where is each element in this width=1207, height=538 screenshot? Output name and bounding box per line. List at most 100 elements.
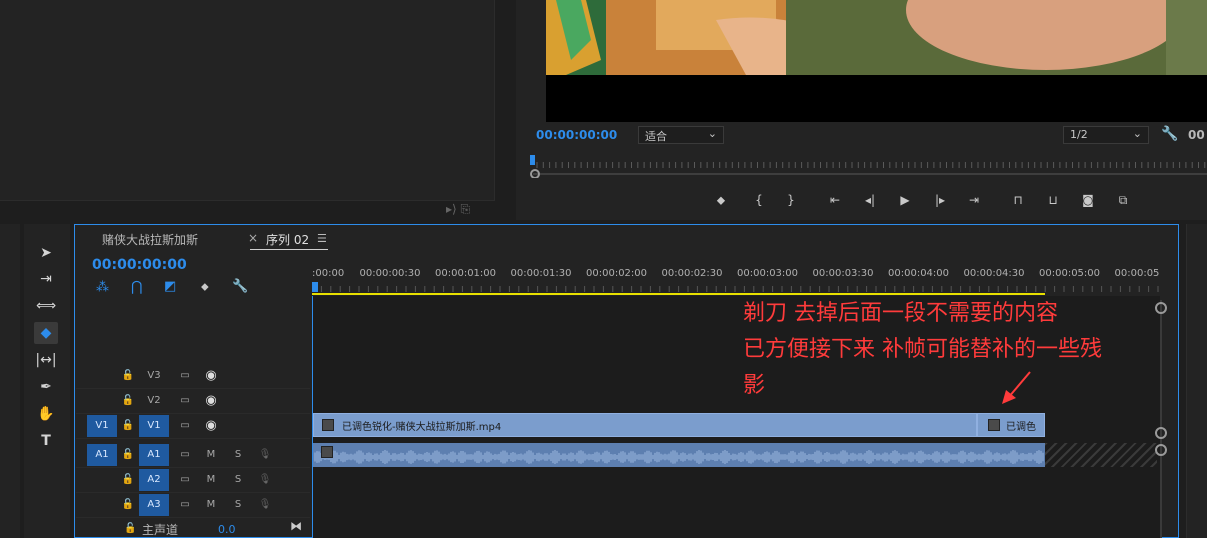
microphone-icon[interactable]: 🎙 (254, 444, 276, 466)
video-clip-second[interactable]: 已调色 (977, 413, 1045, 437)
audio-clip-a1[interactable] (313, 443, 1045, 467)
source-patch-a1[interactable]: A1 (87, 444, 117, 466)
mark-in-button[interactable]: { (750, 192, 768, 208)
eye-icon[interactable]: ◉ (200, 365, 222, 387)
lock-icon[interactable]: 🔓 (118, 469, 138, 491)
program-timecode-right: 00 (1188, 128, 1205, 142)
solo-button[interactable]: S (227, 444, 249, 466)
video-frame-image (546, 0, 1207, 122)
track-select-tool-icon[interactable]: ⇥ (34, 268, 58, 290)
close-icon[interactable]: × (248, 231, 258, 245)
scroll-handle-audio[interactable] (1155, 444, 1167, 456)
source-monitor-panel (0, 0, 495, 201)
wrench-icon[interactable]: 🔧 (1161, 126, 1178, 142)
step-forward-button[interactable]: |▸ (931, 192, 949, 208)
pen-tool-icon[interactable]: ✒ (34, 376, 58, 398)
lock-icon[interactable]: 🔓 (118, 390, 138, 412)
fx-badge-icon (988, 419, 1000, 431)
slip-tool-icon[interactable]: |↔| (34, 349, 58, 371)
fx-badge-icon (321, 446, 333, 458)
ripple-edit-tool-icon[interactable]: ⟺ (34, 295, 58, 317)
go-to-end-icon[interactable]: ⧓ (290, 519, 302, 533)
chevron-down-icon: ⌄ (1132, 127, 1142, 140)
sync-lock-icon[interactable]: ▭ (174, 444, 196, 466)
mute-button[interactable]: M (200, 469, 222, 491)
timeline-ruler[interactable]: :00:00 00:00:00:30 00:00:01:00 00:00:01:30 0… (312, 260, 1160, 296)
empty-hatched-region (1045, 443, 1157, 467)
track-name-a3[interactable]: A3 (139, 494, 169, 516)
fit-dropdown[interactable]: 适合 ⌄ (638, 126, 724, 144)
fx-badge-icon (322, 419, 334, 431)
extract-button[interactable]: ⊔ (1044, 192, 1062, 208)
solo-button[interactable]: S (227, 494, 249, 516)
master-volume-value[interactable]: 0.0 (218, 523, 236, 536)
track-name-a1[interactable]: A1 (139, 444, 169, 466)
hand-tool-icon[interactable]: ✋ (34, 403, 58, 425)
mute-button[interactable]: M (200, 444, 222, 466)
snap-magnet-icon[interactable]: ⋂ (131, 279, 142, 295)
audio-waveform (314, 450, 1044, 464)
fit-label: 适合 (645, 130, 667, 143)
tab-sequence-1[interactable]: 赌侠大战拉斯加斯 (102, 231, 198, 248)
master-label: 主声道 (142, 523, 179, 537)
microphone-icon[interactable]: 🎙 (254, 494, 276, 516)
right-panel-edge (1186, 224, 1207, 538)
razor-tool-icon[interactable]: ◆ (34, 322, 58, 344)
add-marker-button[interactable]: ⬥ (712, 192, 730, 208)
lock-icon[interactable]: 🔓 (118, 365, 138, 387)
go-to-out-button[interactable]: ⇥ (965, 192, 983, 208)
step-back-button[interactable]: ◂| (861, 192, 879, 208)
solo-button[interactable]: S (227, 469, 249, 491)
annotation-line-1: 剃刀 去掉后面一段不需要的内容 (743, 301, 1058, 326)
toggle-output-icon[interactable]: ▭ (174, 415, 196, 437)
tab-sequence-2[interactable]: 序列 02 (266, 231, 309, 248)
nest-toggle-icon[interactable]: ⁂ (96, 280, 109, 295)
clip-name: 已调色 (1006, 422, 1036, 433)
sync-lock-icon[interactable]: ▭ (174, 494, 196, 516)
panel-menu-icon[interactable]: ☰ (317, 232, 327, 245)
video-clip-main[interactable]: 已调色锐化-赌侠大战拉斯加斯.mp4 (313, 413, 977, 437)
timeline-settings-wrench-icon[interactable]: 🔧 (232, 279, 248, 294)
master-lock-icon[interactable]: 🔓 (124, 523, 136, 534)
timeline-timecode[interactable]: 00:00:00:00 (92, 257, 187, 273)
vertical-scrollbar[interactable] (1160, 300, 1162, 538)
eye-icon[interactable]: ◉ (200, 415, 222, 437)
source-patch-v1[interactable]: V1 (87, 415, 117, 437)
clip-name: 已调色锐化-赌侠大战拉斯加斯.mp4 (342, 422, 502, 433)
toggle-output-icon[interactable]: ▭ (174, 365, 196, 387)
track-name-v3[interactable]: V3 (139, 365, 169, 387)
microphone-icon[interactable]: 🎙 (254, 469, 276, 491)
sync-lock-icon[interactable]: ▭ (174, 469, 196, 491)
go-to-in-button[interactable]: ⇤ (826, 192, 844, 208)
mute-button[interactable]: M (200, 494, 222, 516)
eye-icon[interactable]: ◉ (200, 390, 222, 412)
track-name-v1[interactable]: V1 (139, 415, 169, 437)
toggle-output-icon[interactable]: ▭ (174, 390, 196, 412)
left-panel-edge (0, 224, 20, 538)
video-preview (546, 0, 1207, 122)
red-arrow-down-left-icon (1002, 371, 1031, 404)
add-marker-icon[interactable]: ⬥ (201, 280, 209, 294)
tab-underline (250, 249, 328, 250)
lock-icon[interactable]: 🔓 (118, 444, 138, 466)
track-name-v2[interactable]: V2 (139, 390, 169, 412)
play-button[interactable]: ▶ (896, 192, 914, 208)
chevron-down-icon: ⌄ (707, 127, 717, 140)
scroll-handle-top[interactable] (1155, 302, 1167, 314)
program-timecode[interactable]: 00:00:00:00 (536, 128, 617, 142)
program-scrub-ruler[interactable] (527, 152, 1207, 178)
scroll-handle-mid[interactable] (1155, 427, 1167, 439)
annotation-line-3: 影 (743, 373, 766, 398)
lock-icon[interactable]: 🔓 (118, 415, 138, 437)
comparison-view-button[interactable]: ⧉ (1114, 192, 1132, 208)
lock-icon[interactable]: 🔓 (118, 494, 138, 516)
source-panel-icons: ▸⟩ ⎘ (446, 202, 471, 216)
linked-selection-icon[interactable]: ◩ (164, 279, 176, 294)
camera-icon[interactable]: ◙ (1079, 192, 1097, 208)
resolution-dropdown[interactable]: 1/2 ⌄ (1063, 126, 1149, 144)
selection-tool-icon[interactable]: ➤ (34, 242, 58, 264)
lift-button[interactable]: ⊓ (1009, 192, 1027, 208)
track-name-a2[interactable]: A2 (139, 469, 169, 491)
type-tool-icon[interactable]: T (34, 430, 58, 452)
mark-out-button[interactable]: } (782, 192, 800, 208)
